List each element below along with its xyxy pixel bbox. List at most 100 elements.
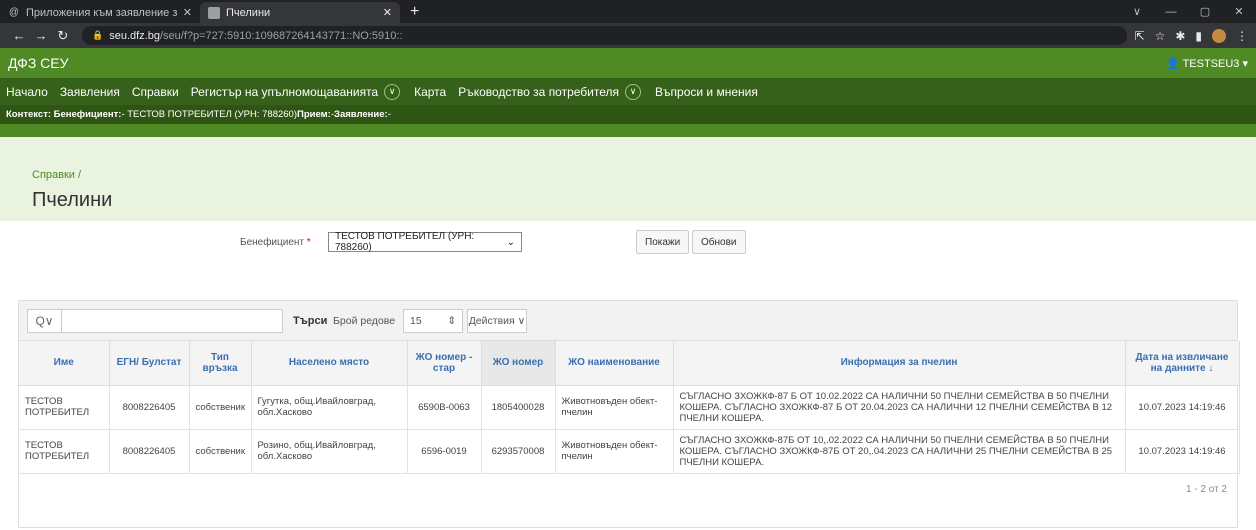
tab-search-icon[interactable]: ∨ bbox=[1120, 5, 1154, 18]
cell-egn: 8008226405 bbox=[109, 429, 190, 474]
page-hero: Справки / Пчелини bbox=[0, 137, 1256, 221]
browser-tabbar: @ Приложения към заявление за ✕ Пчелини … bbox=[0, 0, 1256, 23]
tab-title: Приложения към заявление за bbox=[26, 6, 177, 19]
cell-settlement: Гугутка, общ.Ивайловград, обл.Хасково bbox=[251, 385, 408, 430]
column-header-old-number[interactable]: ЖО номер - стар bbox=[407, 341, 482, 386]
context-beneficiary-value: - ТЕСТОВ ПОТРЕБИТЕЛ (УРН: 788260) bbox=[121, 109, 297, 120]
chevron-down-icon: ⌄ bbox=[506, 236, 515, 248]
refresh-button[interactable]: Обнови bbox=[692, 230, 746, 254]
cell-name: ТЕСТОВ ПОТРЕБИТЕЛ bbox=[19, 385, 110, 430]
close-window-icon[interactable]: ✕ bbox=[1222, 5, 1256, 18]
column-header-object-name[interactable]: ЖО наименование bbox=[555, 341, 674, 386]
tab-title: Пчелини bbox=[226, 6, 271, 19]
profile-avatar[interactable] bbox=[1212, 28, 1226, 43]
cell-object-name: Животновъден обект-пчелин bbox=[555, 429, 674, 474]
page-title: Пчелини bbox=[32, 189, 113, 211]
header-spacer bbox=[0, 124, 1256, 137]
menu-item-feedback[interactable]: Въпроси и мнения bbox=[655, 85, 758, 99]
cell-number: 6293570008 bbox=[481, 429, 556, 474]
browser-tab-active[interactable]: Пчелини ✕ bbox=[200, 2, 400, 23]
cell-number: 1805400028 bbox=[481, 385, 556, 430]
actions-menu-button[interactable]: Действия ∨ bbox=[467, 309, 527, 333]
cell-old-number: 6596-0019 bbox=[407, 429, 482, 474]
interactive-report: Q∨ Търси Брой редове 15 ⇕ Действия ∨ Име… bbox=[18, 300, 1240, 528]
report-toolbar: Q∨ Търси Брой редове 15 ⇕ Действия ∨ bbox=[19, 301, 1237, 341]
at-icon: @ bbox=[8, 7, 20, 18]
column-header-name[interactable]: Име bbox=[19, 341, 110, 386]
beneficiary-select[interactable]: ТЕСТОВ ПОТРЕБИТЕЛ (УРН: 788260) ⌄ bbox=[328, 231, 522, 253]
app-name[interactable]: ДФЗ СЕУ bbox=[8, 55, 69, 71]
column-header-extract-date[interactable]: Дата на извличане на данните ↓ bbox=[1125, 341, 1240, 386]
beneficiary-label: Бенефициент * bbox=[240, 237, 311, 248]
rows-label: Брой редове bbox=[333, 315, 396, 327]
context-intake-label: Прием: bbox=[297, 109, 331, 120]
breadcrumb[interactable]: Справки / bbox=[32, 169, 81, 181]
cell-apiary-info: СЪГЛАСНО ЗХОЖКФ-87 Б ОТ 10.02.2022 СА НА… bbox=[673, 385, 1126, 430]
menu-item-user-guide[interactable]: Ръководство за потребителя bbox=[458, 85, 619, 99]
context-application-label: Заявление: bbox=[334, 109, 388, 120]
cell-old-number: 6590В-0063 bbox=[407, 385, 482, 430]
address-bar: ← → ↻ 🔒 seu.dfz.bg /seu/f?p=727:5910:109… bbox=[0, 23, 1256, 48]
url-input[interactable]: 🔒 seu.dfz.bg /seu/f?p=727:5910:109687264… bbox=[82, 26, 1127, 45]
bookmark-star-icon[interactable]: ☆ bbox=[1155, 29, 1166, 43]
cell-apiary-info: СЪГЛАСНО ЗХОЖКФ-87Б ОТ 10,.02.2022 СА НА… bbox=[673, 429, 1126, 474]
column-header-relation[interactable]: Тип връзка bbox=[189, 341, 252, 386]
context-beneficiary-label: Контекст: Бенефициент: bbox=[6, 109, 122, 120]
browser-tab[interactable]: @ Приложения към заявление за ✕ bbox=[0, 2, 200, 23]
context-application-value: - bbox=[387, 109, 391, 120]
cell-object-name: Животновъден обект-пчелин bbox=[555, 385, 674, 430]
new-tab-button[interactable]: + bbox=[400, 3, 429, 23]
chevron-down-icon[interactable]: ∨ bbox=[625, 83, 642, 100]
forward-icon[interactable]: → bbox=[30, 28, 52, 43]
main-menu: Начало Заявления Справки Регистър на упъ… bbox=[0, 78, 1256, 105]
extensions-icon[interactable]: ✱ bbox=[1175, 29, 1185, 43]
search-icon[interactable]: Q∨ bbox=[28, 310, 62, 332]
cell-relation: собственик bbox=[189, 429, 252, 474]
close-tab-icon[interactable]: ✕ bbox=[383, 6, 392, 19]
reload-icon[interactable]: ↻ bbox=[52, 28, 74, 44]
chevron-down-icon[interactable]: ∨ bbox=[384, 83, 401, 100]
cell-name: ТЕСТОВ ПОТРЕБИТЕЛ bbox=[19, 429, 110, 474]
context-bar: Контекст: Бенефициент: - ТЕСТОВ ПОТРЕБИТ… bbox=[0, 105, 1256, 124]
user-icon: 👤 bbox=[1166, 57, 1180, 70]
pagination-info: 1 - 2 от 2 bbox=[1185, 484, 1227, 495]
maximize-icon[interactable]: ▢ bbox=[1188, 5, 1222, 18]
close-tab-icon[interactable]: ✕ bbox=[183, 6, 192, 19]
minimize-icon[interactable]: — bbox=[1154, 6, 1188, 18]
table-header-row: Име ЕГН/ Булстат Тип връзка Населено мяс… bbox=[19, 341, 1240, 386]
table-row: ТЕСТОВ ПОТРЕБИТЕЛ 8008226405 собственик … bbox=[19, 385, 1240, 430]
column-header-apiary-info[interactable]: Информация за пчелин bbox=[673, 341, 1126, 386]
menu-item-home[interactable]: Начало bbox=[6, 85, 48, 99]
cell-settlement: Розино, общ.Ивайловград, обл.Хасково bbox=[251, 429, 408, 474]
menu-item-authorizations[interactable]: Регистър на упълномощаванията bbox=[191, 85, 378, 99]
cell-egn: 8008226405 bbox=[109, 385, 190, 430]
rows-per-page-select[interactable]: 15 ⇕ bbox=[403, 309, 463, 333]
menu-item-map[interactable]: Карта bbox=[414, 85, 446, 99]
column-header-number[interactable]: ЖО номер bbox=[481, 341, 556, 386]
report-table: Име ЕГН/ Булстат Тип връзка Населено мяс… bbox=[19, 341, 1240, 474]
search-input[interactable]: Q∨ bbox=[27, 309, 283, 333]
cell-extract-date: 10.07.2023 14:19:46 bbox=[1125, 429, 1240, 474]
table-row: ТЕСТОВ ПОТРЕБИТЕЛ 8008226405 собственик … bbox=[19, 429, 1240, 474]
lock-icon: 🔒 bbox=[92, 30, 104, 40]
stepper-icon: ⇕ bbox=[447, 315, 456, 327]
cell-extract-date: 10.07.2023 14:19:46 bbox=[1125, 385, 1240, 430]
go-button[interactable]: Търси bbox=[293, 315, 327, 327]
column-header-settlement[interactable]: Населено място bbox=[251, 341, 408, 386]
menu-item-reports[interactable]: Справки bbox=[132, 85, 179, 99]
show-button[interactable]: Покажи bbox=[636, 230, 690, 254]
menu-item-applications[interactable]: Заявления bbox=[60, 85, 120, 99]
filter-region: Бенефициент * ТЕСТОВ ПОТРЕБИТЕЛ (УРН: 78… bbox=[0, 221, 1256, 261]
window-controls: ∨ — ▢ ✕ bbox=[1120, 0, 1256, 23]
page-icon bbox=[208, 6, 220, 19]
column-header-egn[interactable]: ЕГН/ Булстат bbox=[109, 341, 190, 386]
url-host: seu.dfz.bg bbox=[109, 29, 160, 42]
user-menu[interactable]: 👤 TESTSEU3 ▾ bbox=[1166, 57, 1248, 70]
cell-relation: собственик bbox=[189, 385, 252, 430]
share-icon[interactable]: ⇱ bbox=[1135, 29, 1145, 43]
menu-kebab-icon[interactable]: ⋮ bbox=[1236, 29, 1248, 43]
back-icon[interactable]: ← bbox=[8, 28, 30, 43]
sidepanel-icon[interactable]: ▮ bbox=[1195, 29, 1202, 43]
app-header: ДФЗ СЕУ 👤 TESTSEU3 ▾ bbox=[0, 48, 1256, 78]
url-path: /seu/f?p=727:5910:109687264143771::NO:59… bbox=[159, 29, 403, 42]
